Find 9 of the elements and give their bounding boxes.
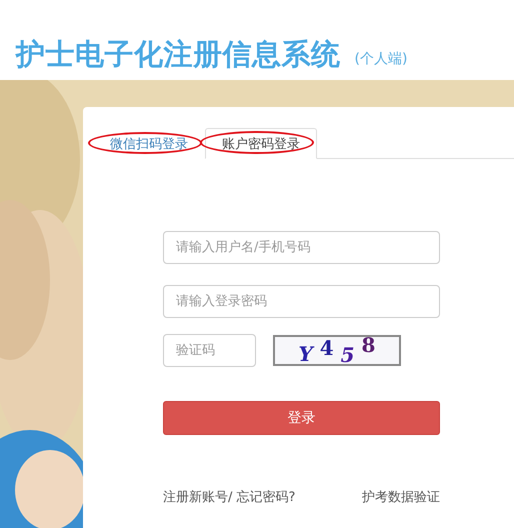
app-subtitle: (个人端) bbox=[354, 50, 408, 68]
password-field[interactable]: 请输入登录密码 bbox=[163, 285, 440, 318]
captcha-image[interactable]: Y 4 5 8 bbox=[273, 335, 401, 366]
app-title: 护士电子化注册信息系统 bbox=[16, 37, 340, 72]
login-button[interactable]: 登录 bbox=[163, 401, 440, 435]
text-link[interactable]: 注册新账号/ 忘记密码? bbox=[163, 488, 296, 506]
captcha-field[interactable]: 验证码 bbox=[163, 334, 256, 367]
username-field[interactable]: 请输入用户名/手机号码 bbox=[163, 231, 440, 264]
text-link[interactable]: 护考数据验证 bbox=[362, 488, 440, 506]
